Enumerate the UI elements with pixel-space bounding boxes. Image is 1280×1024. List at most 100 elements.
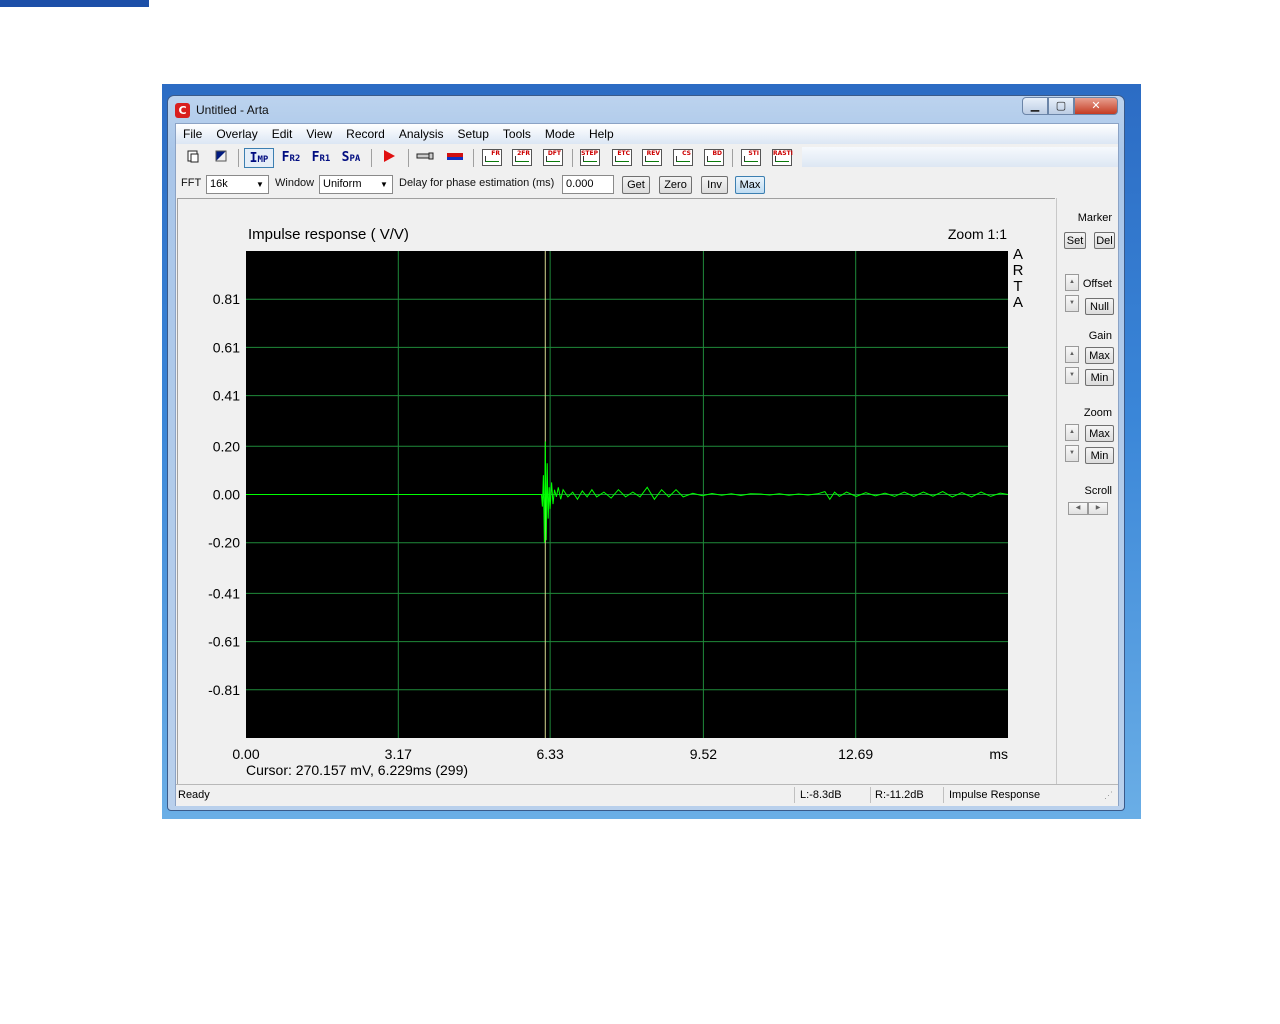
maximize-button[interactable]: ▢ <box>1048 97 1074 115</box>
offset-down-icon[interactable]: ▼ <box>1065 295 1079 312</box>
x-tick-label: 3.17 <box>385 746 412 762</box>
fr-icon[interactable]: FR <box>482 149 502 166</box>
gain-min-button[interactable]: Min <box>1085 369 1114 386</box>
window-label: Window <box>275 177 315 189</box>
channel-icon[interactable] <box>444 148 466 168</box>
delay-input[interactable]: 0.000 <box>562 175 614 194</box>
menu-help[interactable]: Help <box>582 127 621 141</box>
window-select[interactable]: Uniform ▼ <box>319 175 393 194</box>
offset-null-button[interactable]: Null <box>1085 298 1114 315</box>
marker-del-button[interactable]: Del <box>1094 232 1115 249</box>
menu-mode[interactable]: Mode <box>538 127 582 141</box>
status-right-level: R:-11.2dB <box>875 789 924 801</box>
side-panel: Marker Set Del Offset ▲ ▼ Null Gain ▲ ▼ … <box>1056 198 1118 784</box>
gain-label: Gain <box>1088 330 1112 342</box>
sti-icon[interactable]: STI <box>741 149 761 166</box>
scroll-left-icon[interactable]: ◀ <box>1068 502 1088 515</box>
y-tick-label: 0.41 <box>213 388 240 404</box>
fr1-mode-button[interactable]: FR1 <box>307 148 335 168</box>
marker-label: Marker <box>1077 212 1112 224</box>
chevron-down-icon: ▼ <box>256 180 264 189</box>
menu-record[interactable]: Record <box>339 127 392 141</box>
y-axis-ticks: 0.81 0.61 0.41 0.20 0.00 -0.20 -0.41 -0.61 -0.81 <box>208 291 240 698</box>
menu-file[interactable]: File <box>176 127 209 141</box>
record-play-icon[interactable] <box>378 148 400 168</box>
arta-brand: A R T A <box>1013 246 1024 311</box>
x-tick-label: 6.33 <box>537 746 564 762</box>
gain-up-icon[interactable]: ▲ <box>1065 346 1079 363</box>
fr2-mode-button[interactable]: FR2 <box>277 148 305 168</box>
app-icon: C <box>175 103 190 118</box>
minimize-button[interactable]: ▁ <box>1022 97 1048 115</box>
status-ready: Ready <box>178 789 210 801</box>
menu-overlay[interactable]: Overlay <box>209 127 264 141</box>
gain-down-icon[interactable]: ▼ <box>1065 367 1079 384</box>
arta-window: C Untitled - Arta ▁ ▢ ✕ File Overlay Edi… <box>167 95 1125 811</box>
imp-mode-button[interactable]: IMP <box>244 148 274 168</box>
menu-analysis[interactable]: Analysis <box>392 127 451 141</box>
x-axis-ticks: 0.00 3.17 6.33 9.52 12.69 ms <box>232 746 1008 762</box>
y-tick-label: 0.81 <box>213 291 240 307</box>
spa-mode-button[interactable]: SPA <box>337 148 365 168</box>
toolbar-separator <box>238 149 239 167</box>
2fr-icon[interactable]: 2FR <box>512 149 532 166</box>
menu-tools[interactable]: Tools <box>496 127 538 141</box>
open-file-icon[interactable] <box>184 148 202 168</box>
client-area: File Overlay Edit View Record Analysis S… <box>175 123 1119 806</box>
etc-icon[interactable]: ETC <box>612 149 632 166</box>
window-value: Uniform <box>323 178 362 190</box>
menu-bar: File Overlay Edit View Record Analysis S… <box>176 124 1118 144</box>
zoom-up-icon[interactable]: ▲ <box>1065 424 1079 441</box>
zoom-max-button[interactable]: Max <box>1085 425 1114 442</box>
max-button[interactable]: Max <box>735 176 765 194</box>
x-tick-label: 12.69 <box>838 746 873 762</box>
spa-sub: PA <box>349 154 361 164</box>
save-icon[interactable] <box>212 148 230 168</box>
toolbar-separator <box>732 149 733 167</box>
menu-view[interactable]: View <box>299 127 339 141</box>
step-icon[interactable]: STEP <box>580 149 600 166</box>
fr2-sub: R2 <box>289 154 301 164</box>
zero-button[interactable]: Zero <box>659 176 692 194</box>
brand-letter: T <box>1013 278 1022 295</box>
status-mode: Impulse Response <box>949 789 1041 801</box>
impulse-chart[interactable]: Impulse response ( V/V) Zoom 1:1 A R T A… <box>178 199 1054 783</box>
y-tick-label: 0.00 <box>213 487 240 503</box>
fft-select[interactable]: 16k ▼ <box>206 175 269 194</box>
toolbar-empty-strip <box>802 147 1118 167</box>
gain-max-button[interactable]: Max <box>1085 347 1114 364</box>
menu-setup[interactable]: Setup <box>451 127 496 141</box>
desktop-top-strip <box>0 0 149 7</box>
scroll-label: Scroll <box>1084 485 1112 497</box>
zoom-label: Zoom 1:1 <box>948 226 1007 242</box>
zoom-panel-label: Zoom <box>1083 407 1112 419</box>
toolbar: IMP FR2 FR1 SPA FR 2FR DFT STEP ETC REV … <box>176 145 1118 171</box>
offset-label: Offset <box>1082 278 1112 290</box>
scroll-right-icon[interactable]: ▶ <box>1088 502 1108 515</box>
marker-set-button[interactable]: Set <box>1064 232 1086 249</box>
menu-edit[interactable]: Edit <box>265 127 300 141</box>
resize-grip-icon[interactable]: ⋰ <box>1104 790 1113 801</box>
toolbar-separator <box>371 149 372 167</box>
cs-icon[interactable]: CS <box>673 149 693 166</box>
brand-letter: A <box>1013 294 1023 311</box>
rasti-icon[interactable]: RASTI <box>772 149 793 166</box>
close-button[interactable]: ✕ <box>1074 97 1118 115</box>
status-divider <box>794 787 795 803</box>
zoom-down-icon[interactable]: ▼ <box>1065 445 1079 462</box>
y-tick-label: 0.20 <box>213 438 240 454</box>
fr1-sub: R1 <box>319 154 331 164</box>
status-divider <box>943 787 944 803</box>
zoom-min-button[interactable]: Min <box>1085 447 1114 464</box>
generator-icon[interactable] <box>414 148 436 168</box>
offset-up-icon[interactable]: ▲ <box>1065 274 1079 291</box>
bd-icon[interactable]: BD <box>704 149 724 166</box>
status-bar: Ready L:-8.3dB R:-11.2dB Impulse Respons… <box>176 784 1118 806</box>
inv-button[interactable]: Inv <box>701 176 728 194</box>
rev-icon[interactable]: REV <box>642 149 662 166</box>
window-title: Untitled - Arta <box>196 103 269 117</box>
get-button[interactable]: Get <box>622 176 650 194</box>
imp-sub: MP <box>257 155 269 165</box>
status-left-level: L:-8.3dB <box>800 789 842 801</box>
dft-icon[interactable]: DFT <box>543 149 563 166</box>
